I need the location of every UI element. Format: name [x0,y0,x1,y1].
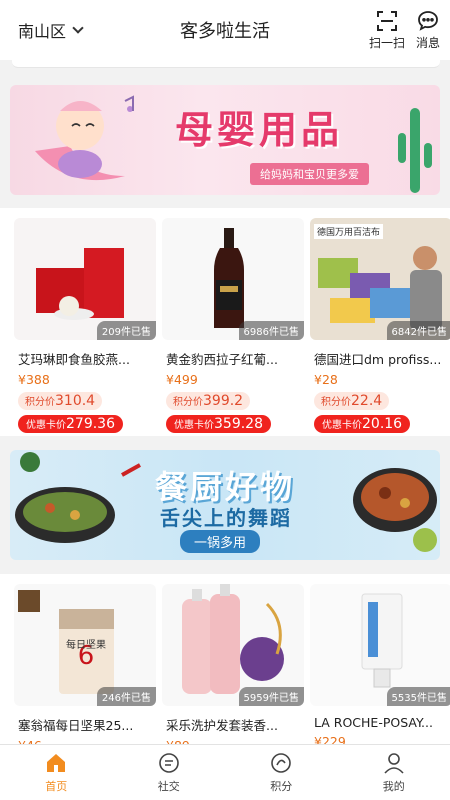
product-price: ¥28 [314,372,338,387]
maternity-banner[interactable]: 母婴用品 给妈妈和宝贝更多爱 [10,85,440,195]
header-divider [12,60,440,68]
scan-icon [366,10,408,32]
pan-illustration [353,468,437,552]
product-card[interactable]: 6 每日坚果 246件已售 塞翁福每日坚果25... ¥46 [14,584,156,753]
product-card[interactable]: 德国万用百洁布 6842件已售 德国进口dm profiss... ¥28 积分… [310,218,450,433]
wok-illustration [15,452,141,543]
message-icon [410,10,446,32]
scan-label: 扫一扫 [368,36,405,50]
product-name: 采乐洗护发套装香... [166,718,278,733]
tab-mine[interactable]: 我的 [338,745,450,800]
product-card[interactable]: 5535件已售 LA ROCHE-POSAY... ¥229 [310,584,450,749]
product-section-2: 6 每日坚果 246件已售 塞翁福每日坚果25... ¥46 5959件已售 采… [0,574,450,753]
sold-count: 6842件已售 [386,321,450,340]
banner-tag: 一锅多用 [180,530,261,553]
sold-count: 6986件已售 [238,321,304,340]
home-icon [0,751,113,775]
tab-label: 首页 [45,780,68,793]
product-name: 塞翁福每日坚果25... [18,718,134,733]
points-price-badge: 积分价22.4 [314,392,390,410]
points-icon [225,751,338,775]
cactus-illustration [398,108,432,193]
user-icon [338,751,450,775]
banner-title: 母婴用品 [175,108,344,152]
message-label: 消息 [415,36,440,50]
points-price-badge: 积分价399.2 [166,392,251,410]
product-name: 黄金豹西拉子红葡... [166,352,278,367]
bottom-tab-bar: 首页 社交 积分 我的 [0,744,450,800]
image-caption: 每日坚果 [66,640,106,651]
product-image: 5535件已售 [310,584,450,706]
product-price: ¥388 [18,372,50,387]
image-caption: 德国万用百洁布 [314,224,384,239]
points-price-badge: 积分价310.4 [18,392,103,410]
product-section-1: 209件已售 艾玛琳即食鱼胶燕... ¥388 积分价310.4 优惠卡价279… [0,208,450,436]
chat-icon [113,751,226,775]
top-header: 南山区 客多啦生活 扫一扫 消息 [0,0,450,60]
vip-price-badge: 优惠卡价279.36 [18,415,123,433]
banner-subtitle: 舌尖上的舞蹈 [160,506,292,530]
kitchen-banner[interactable]: 餐厨好物 舌尖上的舞蹈 一锅多用 [10,450,440,560]
tab-label: 社交 [157,780,180,793]
vip-price-badge: 优惠卡价359.28 [166,415,271,433]
tab-label: 积分 [270,780,293,793]
baby-illustration [35,95,134,181]
banner-subtitle: 给妈妈和宝贝更多爱 [250,163,369,185]
tab-home[interactable]: 首页 [0,745,113,800]
product-image: 德国万用百洁布 6842件已售 [310,218,450,340]
product-name: 艾玛琳即食鱼胶燕... [18,352,130,367]
product-image: 209件已售 [14,218,156,340]
product-image: 6986件已售 [162,218,304,340]
sold-count: 209件已售 [96,321,156,340]
product-name: 德国进口dm profiss... [314,352,442,367]
product-name: LA ROCHE-POSAY... [314,715,433,730]
product-image: 5959件已售 [162,584,304,706]
sold-count: 5535件已售 [386,687,450,706]
product-price: ¥499 [166,372,198,387]
sold-count: 246件已售 [96,687,156,706]
product-card[interactable]: 209件已售 艾玛琳即食鱼胶燕... ¥388 积分价310.4 优惠卡价279… [14,218,156,433]
product-image: 6 每日坚果 246件已售 [14,584,156,706]
tab-social[interactable]: 社交 [113,745,226,800]
product-card[interactable]: 6986件已售 黄金豹西拉子红葡... ¥499 积分价399.2 优惠卡价35… [162,218,304,433]
vip-price-badge: 优惠卡价20.16 [314,415,411,433]
product-card[interactable]: 5959件已售 采乐洗护发套装香... ¥89 [162,584,304,753]
tab-points[interactable]: 积分 [225,745,338,800]
sold-count: 5959件已售 [238,687,304,706]
tab-label: 我的 [382,780,405,793]
scan-button[interactable]: 扫一扫 [366,10,408,51]
messages-button[interactable]: 消息 [410,10,446,51]
